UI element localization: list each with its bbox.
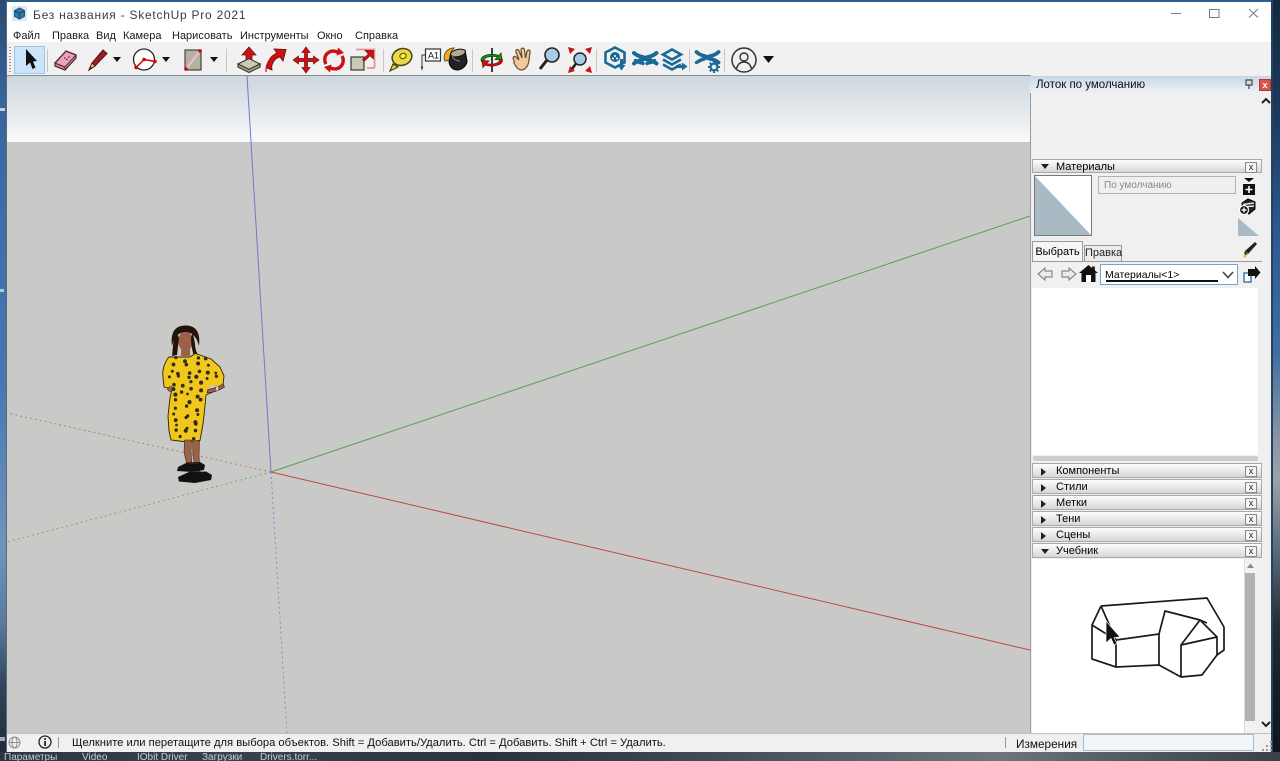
svg-text:A1: A1: [428, 51, 439, 61]
